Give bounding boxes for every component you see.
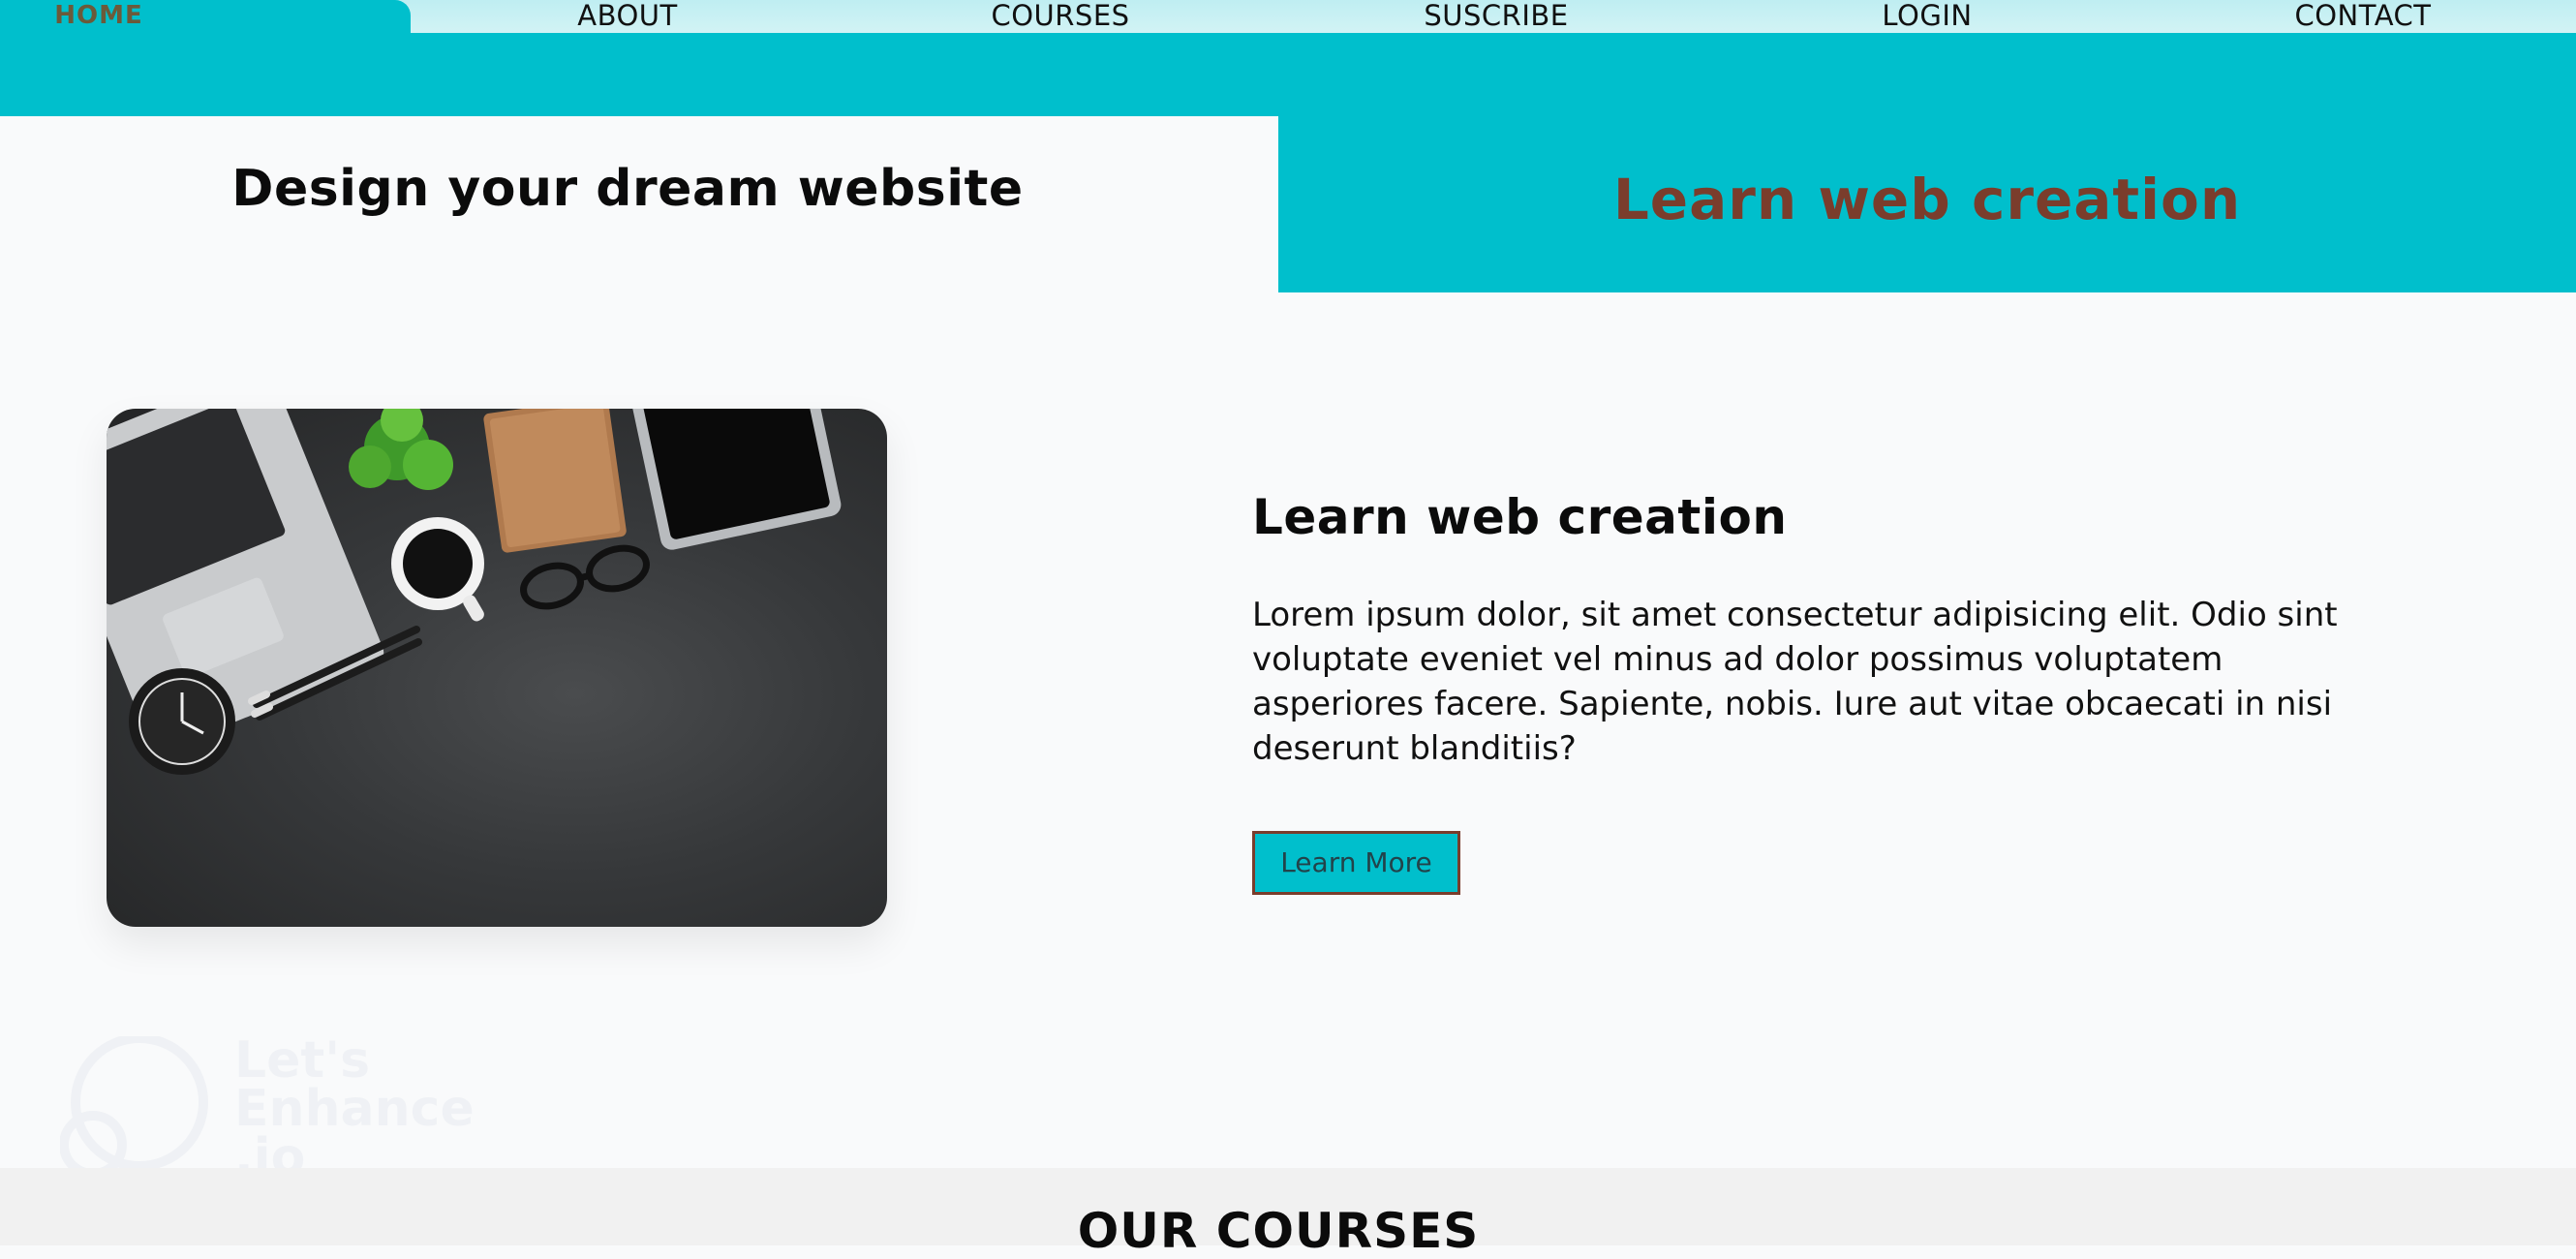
glasses-icon	[520, 544, 650, 610]
watermark-text: Let's Enhance .io	[234, 1031, 475, 1186]
feature-image	[107, 409, 887, 927]
plant-icon	[349, 409, 453, 490]
notebook-icon	[483, 409, 627, 553]
clock-icon	[129, 668, 235, 775]
nav-contact-link[interactable]: CONTACT	[2256, 0, 2469, 33]
hero-left-title: Design your dream website	[231, 160, 1024, 218]
nav-subscribe-link[interactable]: SUSCRIBE	[1395, 0, 1598, 33]
learn-more-button[interactable]: Learn More	[1252, 831, 1460, 895]
nav-about-link[interactable]: ABOUT	[531, 0, 724, 33]
courses-title: OUR COURSES	[1077, 1203, 1480, 1259]
hero-right-title: Learn web creation	[1612, 167, 2242, 232]
enhance-logo-icon	[59, 1033, 208, 1179]
nav-courses-link[interactable]: COURSES	[959, 0, 1162, 33]
watermark-logo: Let's Enhance .io	[59, 1033, 475, 1182]
header-band	[0, 33, 2576, 116]
nav-login-link[interactable]: LOGIN	[1830, 0, 2024, 33]
top-nav: HOME ABOUT COURSES SUSCRIBE LOGIN CONTAC…	[0, 0, 2576, 33]
coffee-cup-icon	[391, 517, 484, 622]
feature-description: Lorem ipsum dolor, sit amet consectetur …	[1252, 596, 2338, 768]
feature-title: Learn web creation	[1252, 489, 1788, 545]
tablet-icon	[630, 409, 842, 550]
nav-home-link[interactable]: HOME	[0, 0, 411, 33]
